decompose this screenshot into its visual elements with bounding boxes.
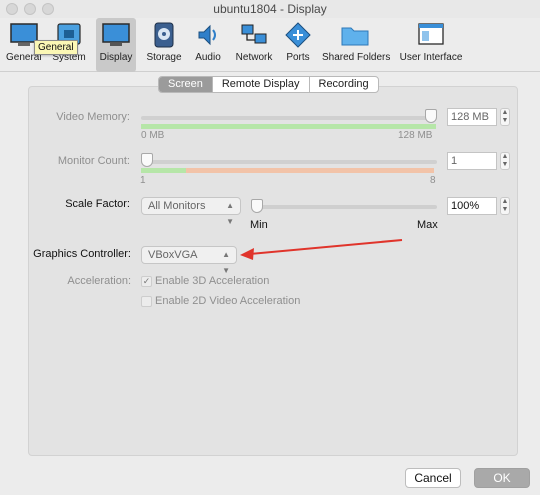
- toolbar-audio[interactable]: Audio: [188, 18, 228, 72]
- monitor-count-track: [141, 160, 437, 164]
- monitor-count-input[interactable]: 1: [447, 152, 497, 170]
- tab-bar: Screen Remote Display Recording: [158, 76, 379, 93]
- toolbar-storage-label: Storage: [146, 52, 182, 63]
- video-memory-label: Video Memory:: [56, 111, 130, 123]
- graphics-controller-value: VBoxVGA: [148, 249, 198, 261]
- enable-2d-acceleration-checkbox[interactable]: [141, 296, 152, 307]
- toolbar-ports-label: Ports: [286, 52, 310, 63]
- monitor-count-min-label: 1: [140, 175, 146, 186]
- storage-icon: [154, 22, 174, 48]
- toolbar-user-interface[interactable]: User Interface: [398, 18, 464, 72]
- scale-factor-scope-value: All Monitors: [148, 200, 206, 212]
- ports-icon: [285, 22, 311, 48]
- monitor-count-max-label: 8: [430, 175, 436, 186]
- tab-screen[interactable]: Screen: [159, 77, 213, 92]
- toolbar-network-label: Network: [235, 52, 273, 63]
- network-icon: [241, 24, 267, 44]
- display-icon: [102, 23, 130, 46]
- monitor-count-stepper[interactable]: ▲ ▼: [500, 152, 510, 170]
- ok-button[interactable]: OK: [474, 468, 530, 488]
- enable-3d-acceleration-checkbox[interactable]: ✓: [141, 276, 152, 287]
- scale-factor-track: [252, 205, 437, 209]
- monitor-count-knob[interactable]: [141, 153, 153, 167]
- tab-recording[interactable]: Recording: [310, 77, 378, 92]
- chevron-updown-icon: ▲ ▼: [226, 201, 234, 226]
- cancel-button[interactable]: Cancel: [405, 468, 461, 488]
- tab-remote-display[interactable]: Remote Display: [213, 77, 310, 92]
- screen-tab-panel: [28, 86, 518, 456]
- video-memory-max-label: 128 MB: [398, 130, 433, 141]
- toolbar-display[interactable]: Display: [96, 18, 136, 72]
- folder-icon: [341, 27, 369, 46]
- scale-factor-knob[interactable]: [251, 199, 263, 213]
- acceleration-label: Acceleration:: [67, 275, 131, 287]
- toolbar-user-interface-label: User Interface: [399, 52, 463, 63]
- tooltip: General: [34, 40, 78, 55]
- video-memory-knob[interactable]: [425, 109, 437, 123]
- settings-toolbar: General System Display Storage Audio Net…: [0, 18, 540, 72]
- annotation-arrow: [240, 239, 403, 260]
- toolbar-display-label: Display: [99, 52, 133, 63]
- graphics-controller-label: Graphics Controller:: [33, 248, 131, 260]
- video-memory-good-zone: [141, 124, 436, 129]
- video-memory-stepper[interactable]: ▲ ▼: [500, 108, 510, 126]
- toolbar-network[interactable]: Network: [232, 18, 276, 72]
- enable-3d-acceleration-label: Enable 3D Acceleration: [155, 275, 270, 287]
- scale-factor-min-label: Min: [250, 219, 268, 231]
- toolbar-shared-folders[interactable]: Shared Folders: [322, 18, 391, 72]
- scale-factor-stepper[interactable]: ▲ ▼: [500, 197, 510, 215]
- monitor-count-warn-zone: [186, 168, 434, 173]
- audio-icon: [198, 24, 216, 46]
- video-memory-min-label: 0 MB: [141, 130, 165, 141]
- user-interface-icon: [418, 23, 444, 45]
- monitor-count-label: Monitor Count:: [57, 155, 130, 167]
- settings-window: ubuntu1804 - Display General System Disp…: [0, 0, 540, 495]
- scale-factor-scope-select[interactable]: All Monitors ▲ ▼: [141, 197, 241, 226]
- toolbar-ports[interactable]: Ports: [278, 18, 318, 72]
- scale-factor-max-label: Max: [417, 219, 438, 231]
- video-memory-input[interactable]: 128 MB: [447, 108, 497, 126]
- title-bar: ubuntu1804 - Display: [0, 0, 540, 18]
- scale-factor-input[interactable]: 100%: [447, 197, 497, 215]
- toolbar-storage[interactable]: Storage: [144, 18, 184, 72]
- video-memory-track: [141, 116, 437, 120]
- window-title: ubuntu1804 - Display: [213, 2, 327, 16]
- toolbar-audio-label: Audio: [195, 52, 221, 63]
- graphics-controller-select[interactable]: VBoxVGA ▲ ▼: [141, 246, 237, 275]
- toolbar-shared-folders-label: Shared Folders: [322, 52, 391, 63]
- enable-2d-acceleration-label: Enable 2D Video Acceleration: [155, 295, 301, 307]
- scale-factor-label: Scale Factor:: [65, 198, 130, 210]
- monitor-count-good-zone: [141, 168, 186, 173]
